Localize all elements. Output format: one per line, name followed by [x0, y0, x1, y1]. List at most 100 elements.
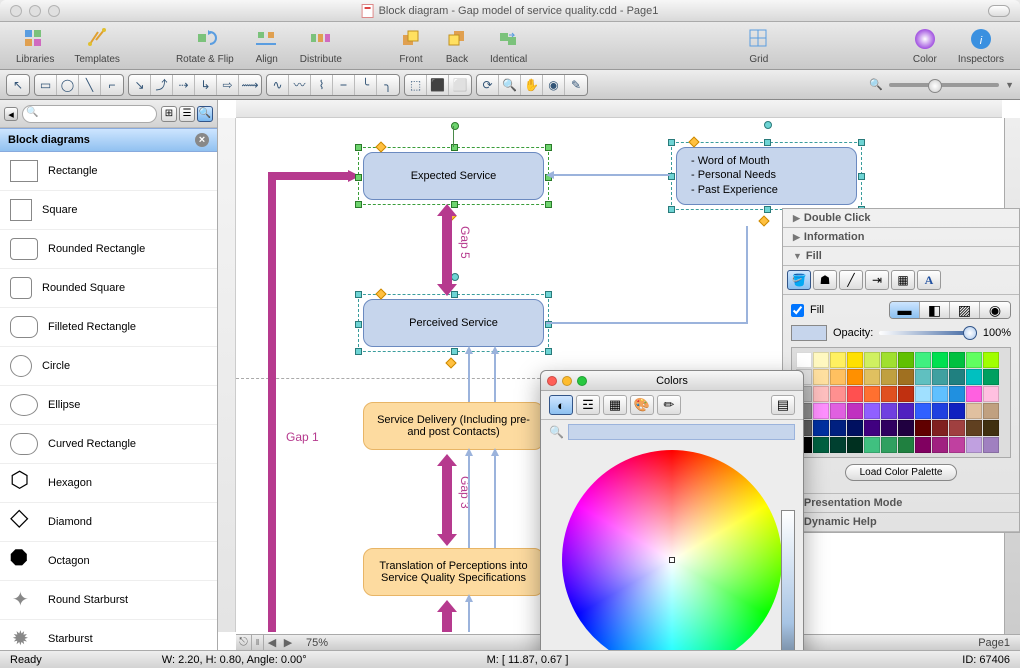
palette-swatch[interactable] — [898, 369, 914, 385]
palette-swatch[interactable] — [966, 386, 982, 402]
conn4-tool[interactable]: ↳ — [195, 74, 217, 96]
pointer-tool[interactable]: ↖ — [7, 74, 29, 96]
colors-min[interactable] — [562, 376, 572, 386]
close-section-button[interactable]: × — [195, 133, 209, 147]
palette-swatch[interactable] — [881, 386, 897, 402]
colors-zoom[interactable] — [577, 376, 587, 386]
shape-rectangle[interactable]: Rectangle — [0, 152, 217, 191]
close-button[interactable] — [10, 5, 22, 17]
pointer-group[interactable]: ↖ — [6, 74, 30, 96]
nav-group[interactable]: ⟳🔍 ✋◉ ✎ — [476, 74, 588, 96]
front-button[interactable]: Front — [390, 26, 432, 65]
palette-swatch[interactable] — [966, 420, 982, 436]
zoom-level[interactable]: 75% — [296, 637, 338, 649]
connector-group[interactable]: ↘⤴ ⇢↳ ⇨⟿ — [128, 74, 262, 96]
refresh-tool[interactable]: ⟳ — [477, 74, 499, 96]
shape-round-starburst[interactable]: Round Starburst — [0, 581, 217, 620]
zoom-slider-group[interactable]: 🔍 ▼ — [869, 78, 1014, 91]
palette-swatch[interactable] — [983, 437, 999, 453]
palette-swatch[interactable] — [881, 403, 897, 419]
palette-swatch[interactable] — [813, 437, 829, 453]
colors-sliders-tab[interactable]: ☲ — [576, 395, 600, 415]
ellipse-tool[interactable]: ◯ — [57, 74, 79, 96]
palette-swatch[interactable] — [966, 437, 982, 453]
inspector-section-presentation[interactable]: ▶Presentation Mode — [783, 494, 1019, 513]
colors-titlebar[interactable]: Colors — [541, 371, 803, 391]
palette-swatch[interactable] — [898, 386, 914, 402]
fill-hatch[interactable]: ▨ — [950, 302, 980, 318]
palette-swatch[interactable] — [830, 420, 846, 436]
colors-extra-tab[interactable]: ▤ — [771, 395, 795, 415]
palette-swatch[interactable] — [915, 352, 931, 368]
pick-tool[interactable]: ◉ — [543, 74, 565, 96]
library-collapse-button[interactable]: ◂ — [4, 107, 18, 121]
conn1-tool[interactable]: ↘ — [129, 74, 151, 96]
palette-swatch[interactable] — [881, 437, 897, 453]
palette-swatch[interactable] — [949, 420, 965, 436]
palette-swatch[interactable] — [864, 386, 880, 402]
palette-swatch[interactable] — [847, 437, 863, 453]
palette-swatch[interactable] — [881, 420, 897, 436]
palette-swatch[interactable] — [813, 403, 829, 419]
magnifier-icon[interactable]: 🔍 — [549, 425, 564, 439]
inspector-section-fill[interactable]: ▼Fill — [783, 247, 1019, 266]
palette-swatch[interactable] — [847, 403, 863, 419]
zoom-slider[interactable] — [889, 83, 999, 87]
palette-swatch[interactable] — [864, 352, 880, 368]
minimize-button[interactable] — [29, 5, 41, 17]
conn6-tool[interactable]: ⟿ — [239, 74, 261, 96]
palette-swatch[interactable] — [915, 420, 931, 436]
rect-tool[interactable]: ▭ — [35, 74, 57, 96]
conn3-tool[interactable]: ⇢ — [173, 74, 195, 96]
polyline-tool[interactable]: ⌐ — [101, 74, 123, 96]
inspectors-button[interactable]: i Inspectors — [950, 26, 1012, 65]
align-button[interactable]: Align — [246, 26, 288, 65]
palette-swatch[interactable] — [813, 420, 829, 436]
templates-button[interactable]: Templates — [66, 26, 128, 65]
palette-swatch[interactable] — [898, 420, 914, 436]
scroll-anchor[interactable]: ⎋ — [236, 635, 252, 651]
split-handle[interactable]: ‖ — [252, 635, 264, 651]
colors-crayons-tab[interactable]: ✏ — [657, 395, 681, 415]
palette-swatch[interactable] — [983, 386, 999, 402]
distribute-button[interactable]: Distribute — [292, 26, 350, 65]
palette-swatch[interactable] — [915, 386, 931, 402]
conn2-tool[interactable]: ⤴ — [151, 74, 173, 96]
toolbar-toggle-button[interactable] — [988, 5, 1010, 17]
shape-diamond[interactable]: Diamond — [0, 503, 217, 542]
fill-enable-checkbox[interactable] — [791, 304, 804, 317]
shape-square[interactable]: Square — [0, 191, 217, 230]
color-palette[interactable] — [791, 347, 1011, 458]
palette-swatch[interactable] — [796, 352, 812, 368]
zoom-tool[interactable]: 🔍 — [499, 74, 521, 96]
palette-swatch[interactable] — [932, 352, 948, 368]
line-tool[interactable]: ╲ — [79, 74, 101, 96]
palette-swatch[interactable] — [932, 420, 948, 436]
palette-swatch[interactable] — [864, 420, 880, 436]
shape-circle[interactable]: Circle — [0, 347, 217, 386]
edit-group[interactable]: ⬚⬛⬜ — [404, 74, 472, 96]
tab-text[interactable]: A — [917, 270, 941, 290]
colors-wheel-tab[interactable]: ◐ — [549, 395, 573, 415]
palette-swatch[interactable] — [864, 437, 880, 453]
color-button[interactable]: Color — [904, 26, 946, 65]
colors-spectrum-tab[interactable]: 🎨 — [630, 395, 654, 415]
palette-swatch[interactable] — [847, 420, 863, 436]
palette-swatch[interactable] — [847, 386, 863, 402]
brightness-slider[interactable] — [781, 510, 795, 650]
next-page-button[interactable]: ▶ — [280, 635, 296, 651]
library-list-view[interactable]: ☰ — [179, 106, 195, 122]
palette-swatch[interactable] — [932, 403, 948, 419]
shape-hexagon[interactable]: Hexagon — [0, 464, 217, 503]
palette-swatch[interactable] — [813, 352, 829, 368]
palette-swatch[interactable] — [949, 352, 965, 368]
tab-fill[interactable]: 🪣 — [787, 270, 811, 290]
palette-swatch[interactable] — [830, 352, 846, 368]
palette-swatch[interactable] — [813, 386, 829, 402]
path-group[interactable]: ∿〰⌇ ⎯╰╮ — [266, 74, 400, 96]
conn5-tool[interactable]: ⇨ — [217, 74, 239, 96]
library-view-modes[interactable]: ⊞ ☰ 🔍 — [161, 106, 213, 122]
hand-tool[interactable]: ✋ — [521, 74, 543, 96]
tab-line[interactable]: ╱ — [839, 270, 863, 290]
library-grid-view[interactable]: ⊞ — [161, 106, 177, 122]
